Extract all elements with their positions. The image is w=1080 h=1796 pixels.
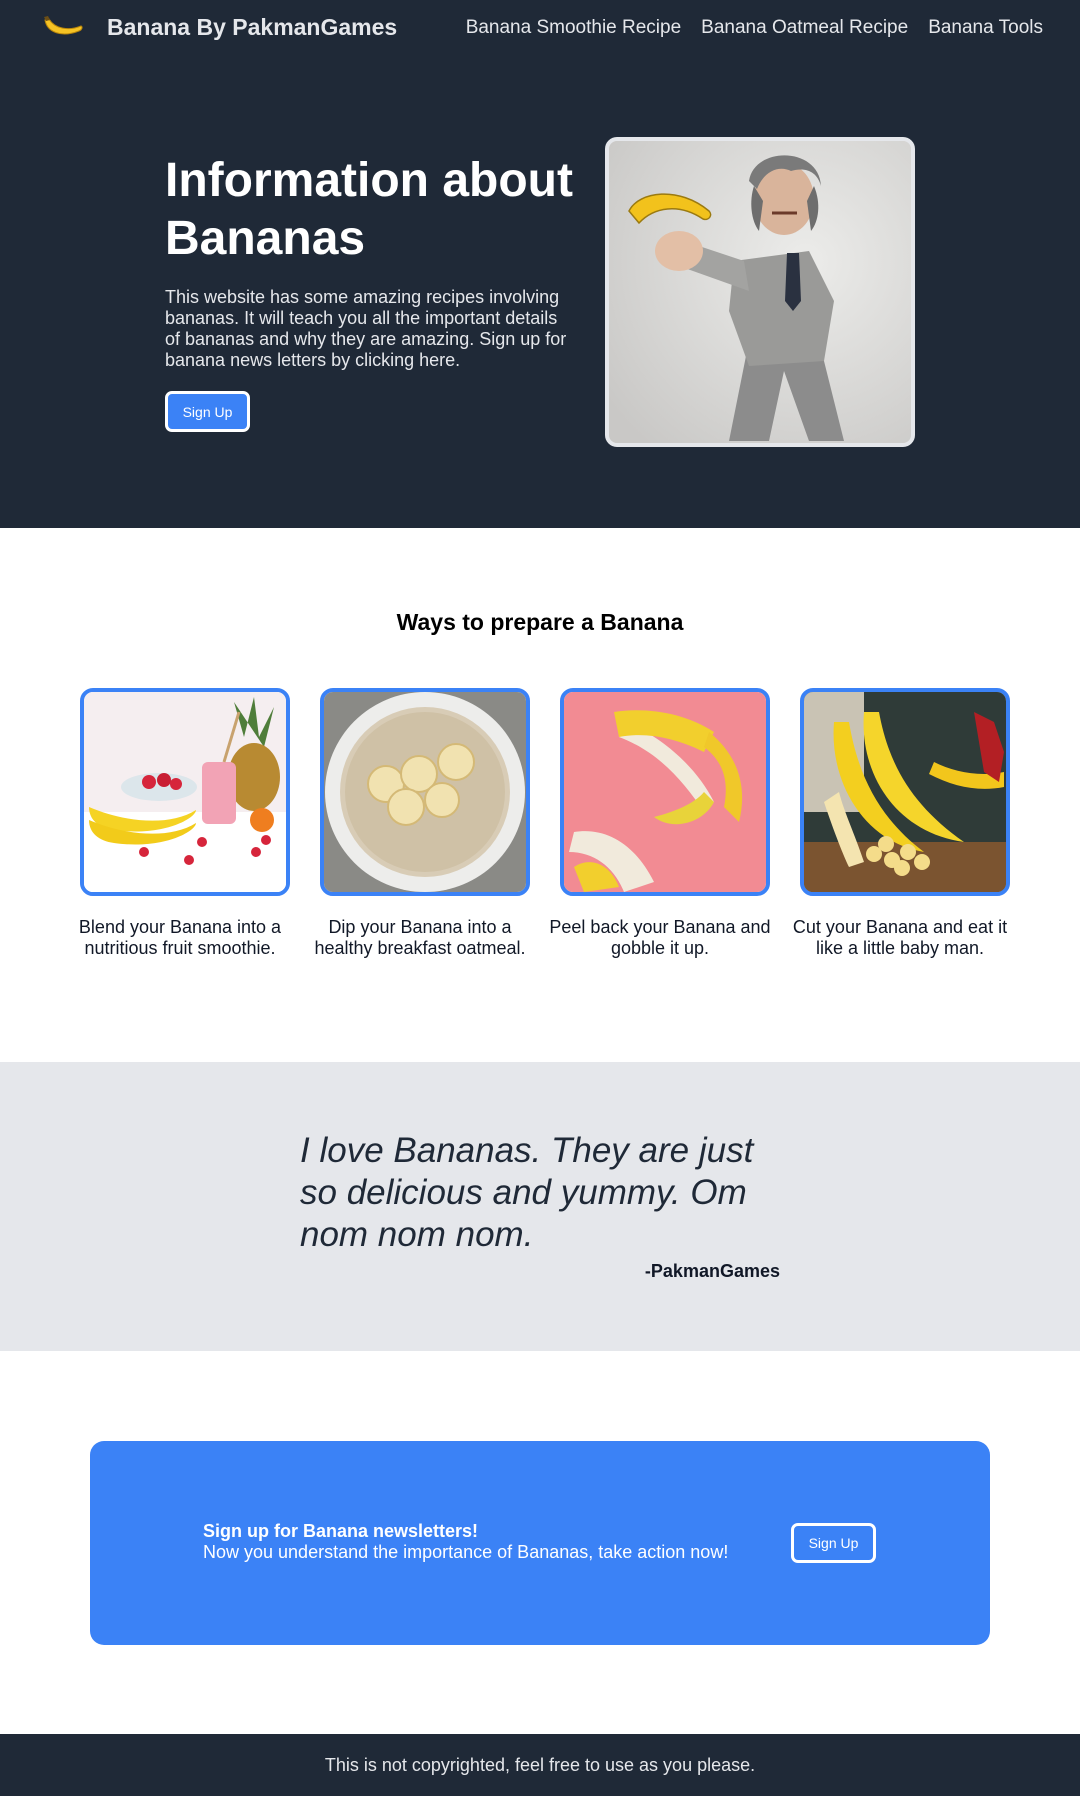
newsletter-cta-box: Sign up for Banana newsletters! Now you … [90, 1441, 990, 1645]
peeled-banana-image [560, 688, 770, 896]
footer-text: This is not copyrighted, feel free to us… [324, 1755, 756, 1775]
nav-link-oatmeal-recipe[interactable]: Banana Oatmeal Recipe [701, 16, 908, 40]
card-caption: Dip your Banana into a healthy breakfast… [314, 917, 526, 958]
hero-image [605, 137, 915, 447]
cta-sign-up-button[interactable]: Sign Up [791, 1523, 876, 1563]
nav-link-smoothie-recipe[interactable]: Banana Smoothie Recipe [466, 16, 681, 40]
sliced-banana-image [800, 688, 1010, 896]
brand-title[interactable]: Banana By PakmanGames [107, 13, 397, 41]
banana-smoothie-image [80, 688, 290, 896]
hero-section: Banana By PakmanGames Banana Smoothie Re… [0, 0, 1080, 528]
hero-description: This website has some amazing recipes in… [165, 287, 567, 370]
footer: This is not copyrighted, feel free to us… [0, 1734, 1080, 1796]
ways-section-title: Ways to prepare a Banana [396, 609, 684, 635]
banana-icon[interactable] [41, 14, 87, 40]
cta-heading: Sign up for Banana newsletters! [203, 1521, 479, 1541]
card-caption: Blend your Banana into a nutritious frui… [78, 917, 282, 958]
banana-oatmeal-image [320, 688, 530, 896]
cta-subtext: Now you understand the importance of Ban… [203, 1542, 729, 1562]
hero-title: Information about Bananas [165, 154, 573, 265]
hero-sign-up-button[interactable]: Sign Up [165, 391, 250, 432]
nav-link-banana-tools[interactable]: Banana Tools [928, 16, 1043, 40]
card-caption: Peel back your Banana and gobble it up. [549, 917, 771, 958]
quote-author: -PakmanGames [644, 1261, 780, 1281]
main-nav: Banana Smoothie Recipe Banana Oatmeal Re… [466, 16, 1043, 40]
quote-text: I love Bananas. They are just so delicio… [300, 1131, 754, 1254]
card-caption: Cut your Banana and eat it like a little… [792, 917, 1008, 958]
